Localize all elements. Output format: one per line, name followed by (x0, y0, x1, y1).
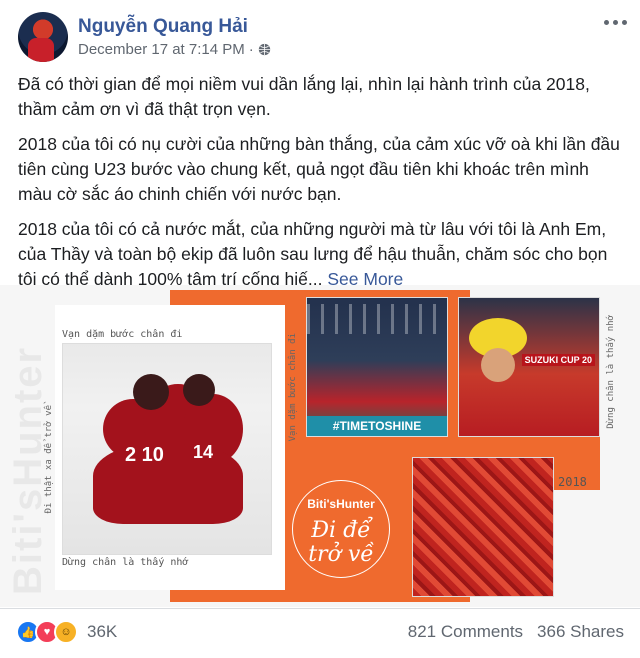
post-paragraph-3: 2018 của tôi có cả nước mắt, của những n… (18, 217, 623, 292)
avatar[interactable] (18, 12, 68, 62)
caption-top-left: Vạn dặm bước chân đi (62, 329, 183, 340)
post-image[interactable]: Biti'sHunter Vạn dặm bước chân đi Đi thậ… (0, 285, 640, 607)
post-paragraph-1: Đã có thời gian để mọi niềm vui dần lắng… (18, 74, 590, 119)
photo-trophy-celebration: #TIMETOSHINE (306, 297, 448, 437)
caption-left-vertical: Đi thật xa để trở về (44, 405, 54, 514)
shares-count[interactable]: 366 Shares (537, 622, 624, 642)
post-timestamp[interactable]: December 17 at 7:14 PM (78, 41, 245, 58)
x-mark-icon: ✕ (191, 577, 205, 594)
jersey-number-1: 2 10 (125, 444, 164, 466)
bitis-hunter-logo: Biti'sHunter Đi để trở về (292, 480, 390, 578)
more-options-icon[interactable] (604, 16, 628, 28)
jersey-number-2: 14 (193, 442, 214, 462)
timetoshine-banner: #TIMETOSHINE (307, 416, 447, 436)
author-name[interactable]: Nguyễn Quang Hải (78, 16, 248, 38)
reaction-count[interactable]: 36K (87, 622, 117, 642)
avatar-figure (28, 38, 54, 62)
meta-separator: · (248, 41, 254, 58)
engagement-stats: 821 Comments 366 Shares (408, 622, 624, 642)
watermark-text: Biti'sHunter (6, 345, 50, 595)
caption-mid-vertical: Vạn dặm bước chân đi (288, 333, 298, 442)
globe-icon[interactable] (258, 43, 271, 56)
facebook-post: Nguyễn Quang Hải December 17 at 7:14 PM … (0, 0, 640, 658)
caption-right-vertical: Dừng chân là thấy nhớ (606, 315, 616, 429)
cup-sign: SUZUKI CUP 20 (521, 354, 595, 366)
post-paragraph-3-text: 2018 của tôi có cả nước mắt, của những n… (18, 219, 608, 289)
reactions-summary[interactable]: 👍 ♥ ☺ 36K (16, 620, 117, 644)
haha-icon: ☺ (54, 620, 78, 644)
logo-script: Đi để trở về (308, 518, 374, 567)
year-label: 2018 (558, 475, 587, 489)
photo-crowd (412, 457, 554, 597)
caption-bottom-left: Dừng chân là thấy nhớ (62, 557, 189, 568)
comments-count[interactable]: 821 Comments (408, 622, 523, 642)
photo-fan-yellow-hair: SUZUKI CUP 20 (458, 297, 600, 437)
post-paragraph-2: 2018 của tôi có nụ cười của những bàn th… (18, 134, 620, 204)
logo-brand: Biti'sHunter (307, 497, 375, 511)
post-footer: 👍 ♥ ☺ 36K 821 Comments 366 Shares (0, 608, 640, 658)
post-text: Đã có thời gian để mọi niềm vui dần lắng… (18, 72, 623, 302)
post-meta: December 17 at 7:14 PM · (78, 41, 271, 58)
post-header: Nguyễn Quang Hải December 17 at 7:14 PM … (18, 12, 628, 62)
photo-snow-team: 2 10 14 (62, 343, 272, 555)
